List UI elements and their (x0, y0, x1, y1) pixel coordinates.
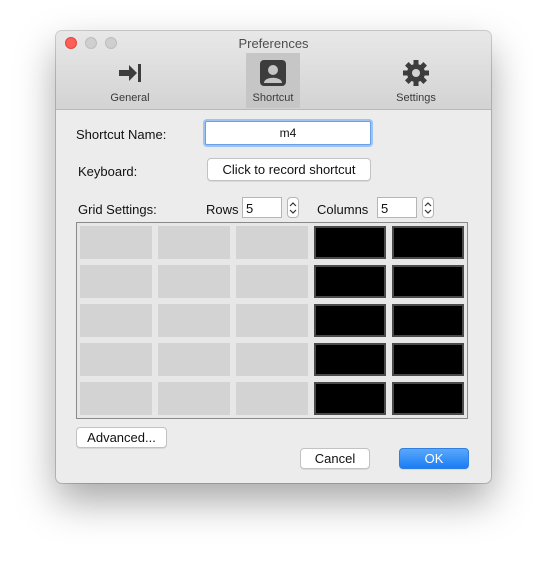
grid-cell[interactable] (158, 265, 230, 298)
tab-settings[interactable]: Settings (386, 53, 446, 108)
rows-stepper[interactable] (287, 197, 299, 218)
titlebar: Preferences General Shortcut Settings (56, 31, 491, 110)
grid-cell[interactable] (236, 304, 308, 337)
rows-label: Rows (206, 202, 239, 217)
keyboard-label: Keyboard: (78, 164, 138, 179)
grid-cell[interactable] (392, 304, 464, 337)
ok-button[interactable]: OK (399, 448, 469, 469)
shortcut-name-label: Shortcut Name: (76, 127, 167, 142)
tab-shortcut-label: Shortcut (252, 92, 294, 104)
grid-cell[interactable] (236, 382, 308, 415)
grid-cell[interactable] (236, 343, 308, 376)
grid-cell[interactable] (236, 265, 308, 298)
rows-field[interactable]: 5 (242, 197, 282, 218)
advanced-button[interactable]: Advanced... (76, 427, 167, 448)
grid-cell[interactable] (392, 382, 464, 415)
preferences-window: Preferences General Shortcut Settings Sh… (56, 31, 491, 483)
person-card-icon (260, 60, 286, 86)
shortcut-name-field[interactable]: m4 (205, 121, 371, 145)
grid-cell[interactable] (158, 382, 230, 415)
record-shortcut-button[interactable]: Click to record shortcut (207, 158, 371, 181)
tab-general[interactable]: General (100, 53, 160, 108)
grid-cell[interactable] (80, 382, 152, 415)
grid-cell[interactable] (314, 226, 386, 259)
grid-cell[interactable] (314, 265, 386, 298)
grid-cell[interactable] (236, 226, 308, 259)
columns-field[interactable]: 5 (377, 197, 417, 218)
columns-label: Columns (317, 202, 369, 217)
grid-cell[interactable] (158, 304, 230, 337)
grid-cell[interactable] (80, 343, 152, 376)
tab-general-label: General (110, 92, 150, 104)
grid-cell[interactable] (314, 382, 386, 415)
grid-cell[interactable] (392, 226, 464, 259)
grid-cell[interactable] (80, 265, 152, 298)
tab-shortcut[interactable]: Shortcut (246, 53, 300, 108)
grid-cell[interactable] (314, 343, 386, 376)
grid-preview[interactable] (76, 222, 468, 419)
grid-settings-label: Grid Settings: (78, 202, 157, 217)
stepper-arrows-icon (289, 202, 297, 214)
grid-cell[interactable] (158, 226, 230, 259)
grid-cell[interactable] (392, 265, 464, 298)
grid-cell[interactable] (80, 226, 152, 259)
grid-cell[interactable] (80, 304, 152, 337)
grid-cell[interactable] (158, 343, 230, 376)
tab-settings-label: Settings (396, 92, 436, 104)
window-title: Preferences (238, 36, 309, 51)
grid-cell[interactable] (392, 343, 464, 376)
gear-icon (403, 60, 429, 86)
stepper-arrows-icon (424, 202, 432, 214)
columns-stepper[interactable] (422, 197, 434, 218)
arrow-to-bar-icon (119, 64, 141, 82)
grid-cell[interactable] (314, 304, 386, 337)
cancel-button[interactable]: Cancel (300, 448, 370, 469)
